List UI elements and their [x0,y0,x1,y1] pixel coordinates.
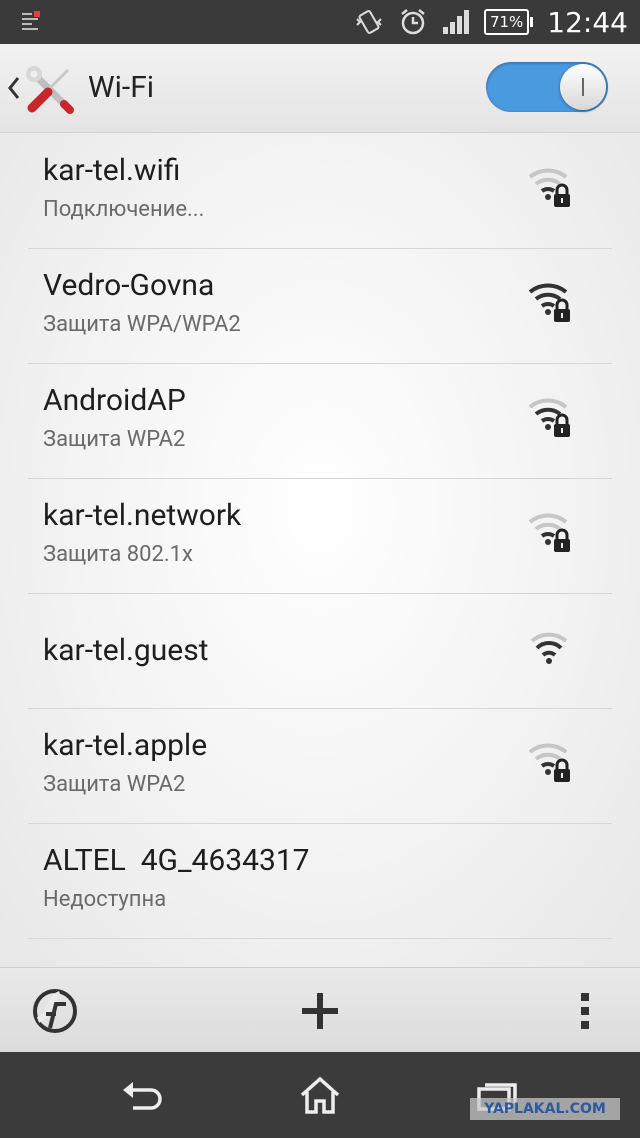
up-chevron-icon[interactable] [6,74,22,102]
network-name: kar-tel.network [43,498,242,533]
settings-tools-icon[interactable] [24,64,76,116]
signal-icon [442,10,469,34]
network-status: Защита WPA2 [43,772,186,797]
clock: 12:44 [547,5,628,39]
network-name: kar-tel.guest [43,633,209,668]
navigation-bar [0,1052,640,1138]
home-icon [300,1076,340,1114]
network-status: Подключение... [43,197,205,222]
status-bar: 71% 12:44 [0,0,640,44]
network-row[interactable]: ALTEL 4G_4634317 Недоступна [28,823,612,939]
notification-list-icon [22,11,40,30]
home-button[interactable] [260,1052,380,1138]
vibrate-icon [356,10,382,34]
network-status: Защита 802.1x [43,542,193,567]
recent-apps-button[interactable] [437,1052,557,1138]
overflow-menu-icon [581,992,589,1029]
wifi-locked-weak-icon [528,513,570,552]
action-bar: Wi-Fi [0,44,640,133]
network-row[interactable]: kar-tel.wifi Подключение... [28,133,612,249]
network-name: kar-tel.wifi [43,153,181,188]
page-title: Wi-Fi [88,70,155,105]
wifi-open-icon [530,632,568,664]
wifi-locked-weak-icon [528,743,570,782]
network-name: ALTEL 4G_4634317 [43,843,310,878]
network-name: Vedro-Govna [43,268,215,303]
add-network-button[interactable] [280,968,360,1053]
network-status: Защита WPA/WPA2 [43,312,241,337]
wps-icon [33,988,77,1033]
battery-icon: 71% [483,9,534,35]
back-icon [123,1082,162,1110]
wifi-locked-weak-icon [528,168,570,207]
overflow-menu-button[interactable] [560,968,610,1053]
network-row[interactable]: kar-tel.network Защита 802.1x [28,478,612,594]
wifi-toggle[interactable] [486,62,608,112]
wifi-locked-strong-icon [528,283,570,322]
alarm-icon [401,9,425,35]
toggle-knob[interactable] [560,64,606,110]
add-network-icon [302,992,338,1029]
network-row[interactable]: Vedro-Govna Защита WPA/WPA2 [28,248,612,364]
wps-button[interactable] [20,968,90,1053]
network-name: kar-tel.apple [43,728,208,763]
back-button[interactable] [83,1052,203,1138]
network-name: AndroidAP [43,383,186,418]
wifi-locked-medium-icon [528,398,570,437]
network-status: Недоступна [43,887,167,912]
network-status: Защита WPA2 [43,427,186,452]
watermark: YAPLAKAL.COM [470,1098,620,1120]
battery-level: 71% [483,9,530,35]
bottom-toolbar [0,967,640,1053]
network-row[interactable]: kar-tel.apple Защита WPA2 [28,708,612,824]
network-row[interactable]: AndroidAP Защита WPA2 [28,363,612,479]
network-list: kar-tel.wifi Подключение... Vedro-Govna … [0,133,640,967]
network-row[interactable]: kar-tel.guest [28,593,612,709]
